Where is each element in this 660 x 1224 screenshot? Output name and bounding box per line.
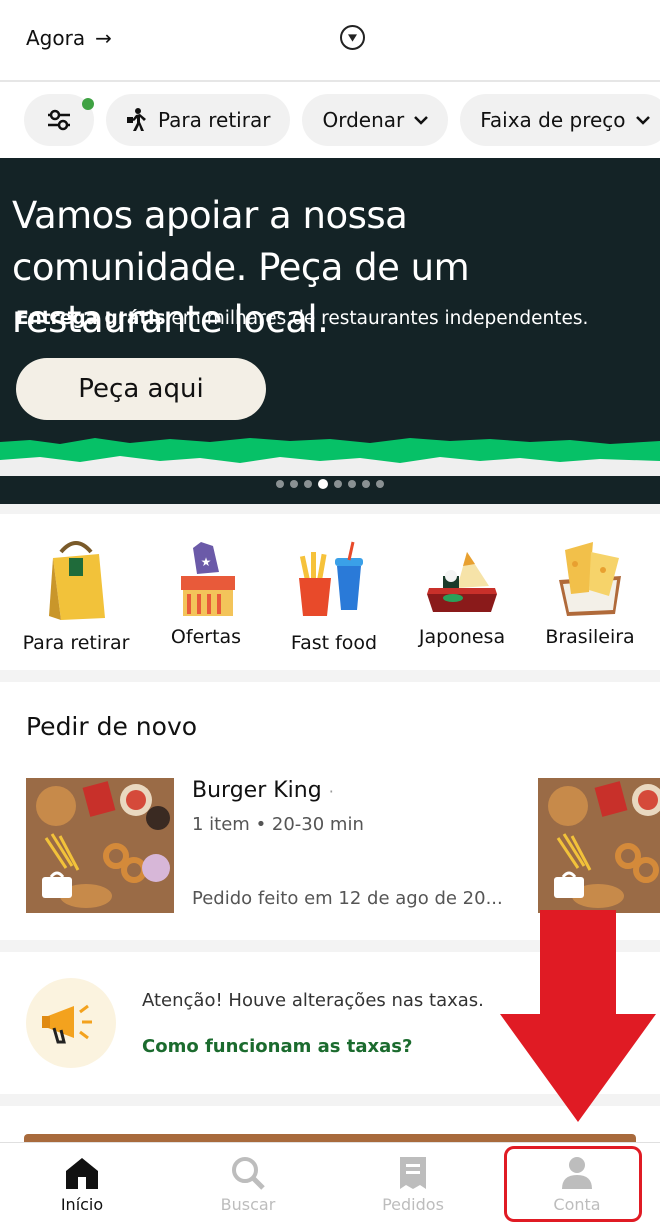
annotation-arrow-down [500,910,656,1122]
chevron-down-icon [635,116,650,125]
fries-soda-icon [299,541,363,616]
sushi-icon [427,552,497,612]
top-bar: Agora → [0,0,660,82]
home-icon [66,1158,98,1189]
chevron-down-icon [414,116,429,125]
order-meta: 1 item • 20-30 min [192,814,364,835]
promo-banner[interactable]: Vamos apoiar a nossa comunidade. Peça de… [0,158,660,504]
sliders-icon [48,109,70,131]
carousel-dot-active[interactable] [318,479,328,489]
category-label: Para retirar [22,632,130,654]
filter-price-label: Faixa de preço [480,108,626,132]
category-carousel: Para retirar ★ Ofertas Fast food Japones… [0,514,660,670]
chevron-down-icon [348,33,357,42]
filter-pickup-label: Para retirar [158,108,271,132]
nav-home-label: Início [60,1195,104,1214]
delivery-time-label: Agora [26,26,86,50]
name-separator: · [328,782,334,801]
order-date: Pedido feito em 12 de ago de 20... [192,888,503,909]
reorder-item[interactable]: Burger King · 1 item • 20-30 min Pedido … [192,778,503,909]
walking-person-icon [127,108,146,131]
restaurant-image-next[interactable] [538,778,660,913]
fee-notice-text: Atenção! Houve alterações nas taxas. [142,990,484,1011]
deals-tag-icon: ★ [181,542,235,616]
filter-sort-chip[interactable]: Ordenar [302,94,449,146]
filter-sort-label: Ordenar [322,108,405,132]
shopping-bag-icon [49,541,105,620]
category-japonesa[interactable]: Japonesa [406,514,518,648]
banner-subtitle-rest: em milhares de restaurantes independente… [165,308,589,329]
active-filter-dot [82,98,94,110]
search-icon [232,1157,265,1190]
location-dropdown-button[interactable] [340,25,365,50]
category-para-retirar[interactable]: Para retirar [20,514,132,654]
bag-icon [42,871,72,898]
megaphone-icon [42,1004,92,1044]
category-label: Fast food [290,632,378,654]
banner-subtitle-bold: Entrega grátis [16,308,166,329]
pastel-icon [559,542,621,616]
reorder-section-title: Pedir de novo [26,712,198,741]
bag-icon [554,871,584,898]
category-ofertas[interactable]: ★ Ofertas [150,514,262,648]
banner-subtitle: Entrega grátis em milhares de restaurant… [16,308,588,329]
torn-paper-edge [0,438,660,476]
nav-search-label: Buscar [220,1195,276,1214]
carousel-dot[interactable] [276,480,284,488]
filter-settings-button[interactable] [24,94,94,146]
filter-price-chip[interactable]: Faixa de preço [460,94,660,146]
category-label: Brasileira [545,626,635,648]
section-divider [0,670,660,682]
annotation-highlight-box [504,1146,642,1222]
carousel-dot[interactable] [362,480,370,488]
carousel-dot[interactable] [348,480,356,488]
restaurant-name: Burger King · [192,778,334,803]
carousel-indicator [0,479,660,489]
section-divider [0,504,660,514]
filter-pickup-chip[interactable]: Para retirar [106,94,291,146]
restaurant-name-text: Burger King [192,778,322,803]
fee-info-link[interactable]: Como funcionam as taxas? [142,1036,412,1057]
delivery-time-selector[interactable]: Agora → [26,26,112,50]
receipt-icon [400,1157,426,1189]
nav-search[interactable]: Buscar [178,1143,318,1224]
category-brasileira[interactable]: Brasileira [534,514,646,648]
arrow-right-icon: → [95,26,112,50]
category-label: Japonesa [418,626,506,648]
nav-orders-label: Pedidos [382,1195,444,1214]
nav-home[interactable]: Início [12,1143,152,1224]
restaurant-image[interactable] [26,778,174,913]
filter-bar: Para retirar Ordenar Faixa de preço [24,94,660,146]
nav-orders[interactable]: Pedidos [343,1143,483,1224]
category-label: Ofertas [170,626,242,648]
order-here-button[interactable]: Peça aqui [16,358,266,420]
carousel-dot[interactable] [376,480,384,488]
carousel-dot[interactable] [304,480,312,488]
carousel-dot[interactable] [334,480,342,488]
megaphone-icon-container [26,978,116,1068]
svg-text:★: ★ [201,555,212,569]
category-fast-food[interactable]: Fast food [278,514,390,654]
carousel-dot[interactable] [290,480,298,488]
